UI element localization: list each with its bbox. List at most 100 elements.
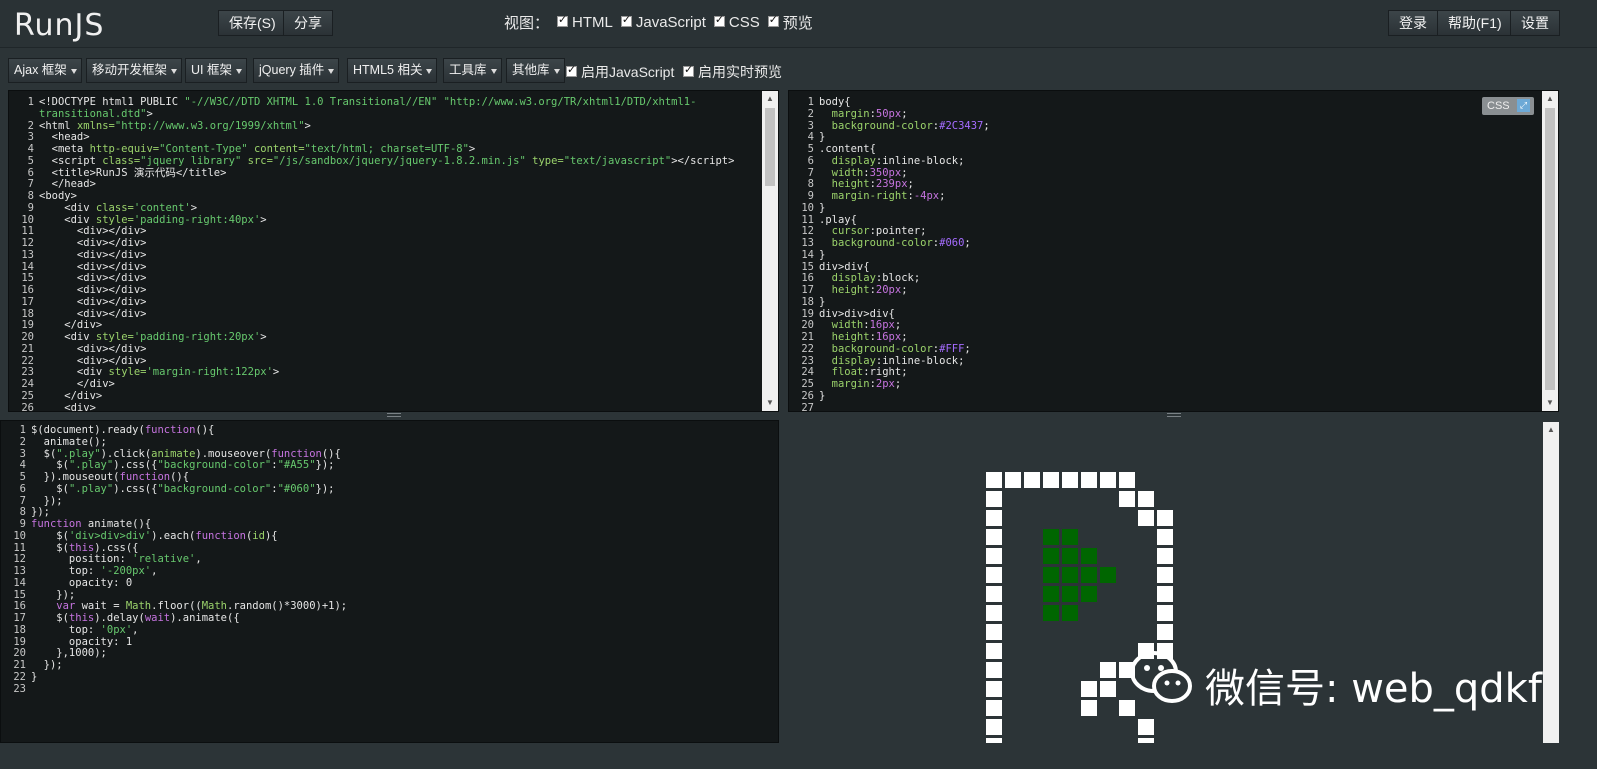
enable-live-option[interactable]: 启用实时预览 bbox=[683, 62, 782, 82]
preview-block bbox=[986, 472, 1002, 488]
css-editor-scrollbar[interactable]: ▲ ▼ bbox=[1542, 91, 1558, 411]
preview-block bbox=[1119, 472, 1135, 488]
lib-other-label: 其他库 bbox=[512, 63, 550, 77]
save-button[interactable]: 保存(S) bbox=[218, 10, 287, 36]
preview-block bbox=[986, 681, 1002, 697]
scroll-down-icon[interactable]: ▼ bbox=[1542, 395, 1558, 411]
play-block[interactable] bbox=[1062, 605, 1078, 621]
preview-block bbox=[1157, 510, 1173, 526]
preview-block bbox=[986, 738, 1002, 743]
enable-js-checkbox[interactable] bbox=[566, 63, 577, 77]
preview-block bbox=[1119, 491, 1135, 507]
preview-scrollbar[interactable]: ▲ bbox=[1543, 422, 1559, 743]
login-button[interactable]: 登录 bbox=[1388, 10, 1438, 36]
preview-block bbox=[1081, 700, 1097, 716]
scroll-thumb[interactable] bbox=[1545, 108, 1555, 390]
lib-ui-dropdown[interactable]: UI 框架 bbox=[185, 58, 247, 83]
app-logo[interactable]: RunJS bbox=[14, 8, 104, 43]
chevron-down-icon bbox=[553, 69, 560, 74]
html-code[interactable]: 1 <!DOCTYPE html1 PUBLIC "-//W3C//DTD XHT… bbox=[9, 96, 734, 411]
lib-ajax-dropdown[interactable]: Ajax 框架 bbox=[8, 58, 82, 83]
scroll-up-icon[interactable]: ▲ bbox=[1543, 422, 1559, 438]
lib-mobile-label: 移动开发框架 bbox=[92, 63, 168, 77]
scroll-up-icon[interactable]: ▲ bbox=[762, 91, 778, 107]
preview-block bbox=[1043, 472, 1059, 488]
js-editor[interactable]: 1 $(document).ready(function(){ 2 animate… bbox=[0, 420, 779, 743]
left-panel-splitter[interactable] bbox=[8, 412, 779, 417]
lib-html5-label: HTML5 相关 bbox=[353, 63, 423, 77]
css-code[interactable]: 1 body{ 2 margin:50px; 3 background-color… bbox=[789, 96, 989, 411]
chevron-down-icon bbox=[328, 69, 335, 74]
help-button[interactable]: 帮助(F1) bbox=[1437, 10, 1513, 36]
lib-mobile-dropdown[interactable]: 移动开发框架 bbox=[86, 58, 183, 83]
play-block[interactable] bbox=[1043, 586, 1059, 602]
play-block[interactable] bbox=[1081, 567, 1097, 583]
chevron-down-icon bbox=[171, 69, 178, 74]
play-block[interactable] bbox=[1062, 586, 1078, 602]
preview-block bbox=[986, 605, 1002, 621]
view-js-checkbox[interactable] bbox=[620, 13, 632, 27]
lib-html5-dropdown[interactable]: HTML5 相关 bbox=[347, 58, 438, 83]
lib-ajax-label: Ajax 框架 bbox=[14, 63, 67, 77]
preview-block bbox=[1157, 605, 1173, 621]
right-panel-splitter[interactable] bbox=[788, 412, 1559, 417]
lib-jquery-dropdown[interactable]: jQuery 插件 bbox=[253, 58, 340, 83]
wechat-logo-icon bbox=[1130, 651, 1192, 703]
view-css-label: CSS bbox=[728, 14, 760, 31]
preview-block bbox=[1157, 529, 1173, 545]
view-html-label: HTML bbox=[572, 14, 613, 31]
preview-block bbox=[986, 624, 1002, 640]
view-html-checkbox[interactable] bbox=[557, 13, 569, 27]
preview-block bbox=[1138, 738, 1154, 743]
lib-tools-label: 工具库 bbox=[449, 63, 487, 77]
lib-other-dropdown[interactable]: 其他库 bbox=[506, 58, 565, 83]
top-bar: RunJS 保存(S) 分享 视图： HTML JavaScript CSS 预… bbox=[0, 0, 1597, 48]
html-editor[interactable]: 1 <!DOCTYPE html1 PUBLIC "-//W3C//DTD XHT… bbox=[8, 90, 779, 412]
preview-block bbox=[1024, 472, 1040, 488]
share-button[interactable]: 分享 bbox=[283, 10, 333, 36]
lib-tools-dropdown[interactable]: 工具库 bbox=[443, 58, 502, 83]
play-block[interactable] bbox=[1043, 567, 1059, 583]
preview-block bbox=[986, 643, 1002, 659]
settings-button[interactable]: 设置 bbox=[1510, 10, 1560, 36]
play-block[interactable] bbox=[1043, 548, 1059, 564]
view-options: 视图： HTML JavaScript CSS 预览 bbox=[504, 12, 813, 33]
preview-block bbox=[986, 719, 1002, 735]
scroll-up-icon[interactable]: ▲ bbox=[1542, 91, 1558, 107]
preview-block bbox=[1157, 624, 1173, 640]
preview-block bbox=[986, 700, 1002, 716]
preview-block bbox=[1157, 586, 1173, 602]
js-code[interactable]: 1 $(document).ready(function(){ 2 animate… bbox=[1, 424, 347, 695]
play-block[interactable] bbox=[1081, 586, 1097, 602]
preview-block bbox=[1157, 567, 1173, 583]
enable-js-option[interactable]: 启用JavaScript bbox=[566, 62, 674, 82]
enable-live-checkbox[interactable] bbox=[683, 63, 694, 77]
play-block[interactable] bbox=[1043, 529, 1059, 545]
chevron-down-icon bbox=[426, 69, 433, 74]
view-label: 视图： bbox=[504, 15, 550, 32]
view-preview-label: 预览 bbox=[782, 15, 813, 32]
html-editor-scrollbar[interactable]: ▲ ▼ bbox=[762, 91, 778, 411]
play-block[interactable] bbox=[1062, 548, 1078, 564]
css-editor[interactable]: 1 body{ 2 margin:50px; 3 background-color… bbox=[788, 90, 1559, 412]
play-block[interactable] bbox=[1100, 567, 1116, 583]
preview-block bbox=[1062, 472, 1078, 488]
view-css-checkbox[interactable] bbox=[713, 13, 725, 27]
enable-js-label: 启用JavaScript bbox=[581, 64, 675, 80]
preview-block bbox=[986, 567, 1002, 583]
preview-block bbox=[1138, 491, 1154, 507]
play-block[interactable] bbox=[1081, 548, 1097, 564]
preview-block bbox=[1100, 662, 1116, 678]
preview-block bbox=[986, 510, 1002, 526]
scroll-thumb[interactable] bbox=[765, 108, 775, 186]
library-toolbar: Ajax 框架 移动开发框架 UI 框架 jQuery 插件 HTML5 相关 … bbox=[0, 50, 1597, 88]
view-preview-checkbox[interactable] bbox=[767, 13, 779, 27]
play-block[interactable] bbox=[1062, 567, 1078, 583]
play-block[interactable] bbox=[1043, 605, 1059, 621]
preview-block bbox=[1100, 681, 1116, 697]
scroll-down-icon[interactable]: ▼ bbox=[762, 395, 778, 411]
preview-block bbox=[1005, 472, 1021, 488]
play-block[interactable] bbox=[1062, 529, 1078, 545]
expand-icon[interactable]: ⤢ bbox=[1517, 99, 1530, 112]
enable-live-label: 启用实时预览 bbox=[698, 64, 782, 80]
